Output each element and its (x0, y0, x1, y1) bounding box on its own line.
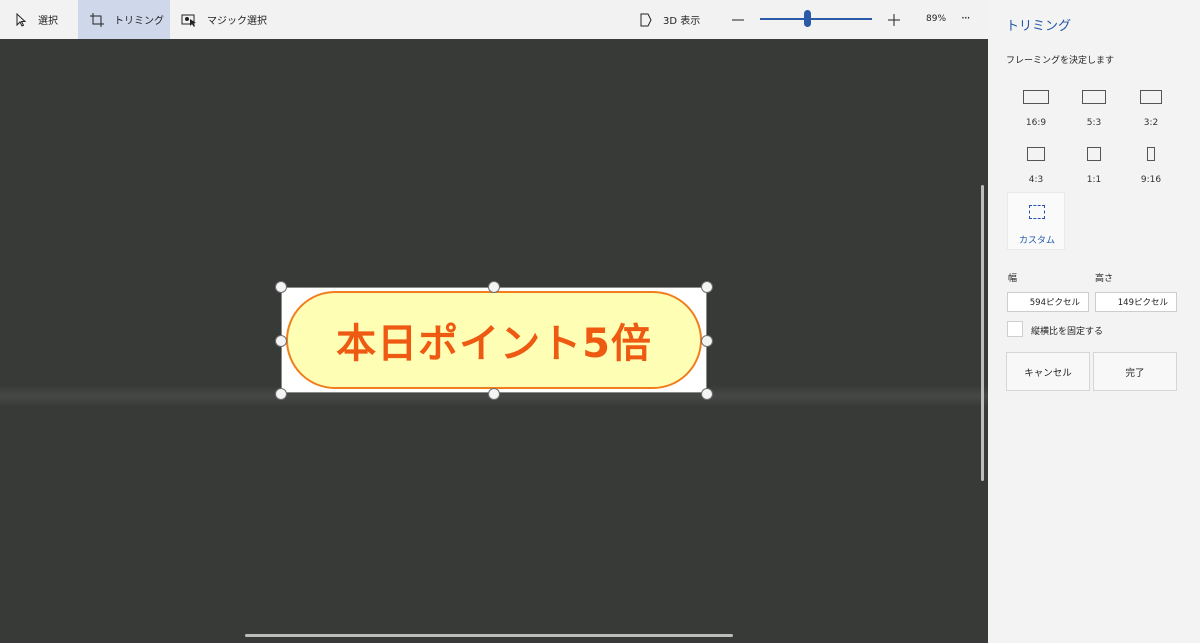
view-3d-icon (640, 13, 652, 26)
crop-handle-top-right[interactable] (701, 281, 713, 293)
crop-handle-top[interactable] (488, 281, 500, 293)
crop-tool-label: トリミング (114, 16, 164, 27)
plus-icon (888, 14, 900, 26)
zoom-value: 89% (926, 14, 947, 24)
ratio-5-3-label: 5:3 (1086, 118, 1102, 128)
ratio-3-2-icon (1140, 90, 1162, 104)
ratio-4-3-button[interactable]: 4:3 (1007, 139, 1065, 197)
crop-handle-top-left[interactable] (275, 281, 287, 293)
panel-title: トリミング (1006, 19, 1072, 34)
ratio-16-9-icon (1023, 90, 1049, 104)
crop-handle-bottom[interactable] (488, 388, 500, 400)
height-label: 高さ (1095, 274, 1114, 284)
ratio-9-16-icon (1147, 147, 1155, 161)
select-tool-label: 選択 (38, 16, 58, 27)
zoom-out-button[interactable] (730, 12, 746, 28)
ratio-3-2-button[interactable]: 3:2 (1122, 82, 1180, 140)
cursor-arrow-icon (16, 12, 27, 27)
panel-subtitle: フレーミングを決定します (1006, 56, 1115, 66)
ratio-4-3-icon (1027, 147, 1045, 161)
canvas-area[interactable]: 本日ポイント5倍 (0, 39, 988, 643)
top-toolbar: 選択 トリミング マジック選択 3D 表示 89% ··· (0, 0, 988, 40)
ratio-custom-icon (1029, 205, 1045, 219)
select-tool-button[interactable]: 選択 (14, 0, 58, 39)
minus-icon (732, 19, 744, 21)
ratio-1-1-icon (1087, 147, 1101, 161)
crop-icon (90, 12, 104, 27)
zoom-slider-thumb[interactable] (803, 10, 811, 27)
view-3d-button[interactable]: 3D 表示 (639, 0, 700, 39)
crop-handle-bottom-right[interactable] (701, 388, 713, 400)
done-button[interactable]: 完了 (1093, 352, 1177, 391)
vertical-scrollbar[interactable] (981, 185, 984, 481)
height-input[interactable]: 149ピクセル (1095, 292, 1177, 312)
ratio-16-9-button[interactable]: 16:9 (1007, 82, 1065, 140)
ratio-5-3-button[interactable]: 5:3 (1065, 82, 1123, 140)
width-input[interactable]: 594ピクセル (1007, 292, 1089, 312)
horizontal-scrollbar[interactable] (245, 634, 733, 637)
width-label: 幅 (1008, 274, 1018, 284)
crop-handle-left[interactable] (275, 335, 287, 347)
banner-text: 本日ポイント5倍 (336, 321, 652, 367)
magic-select-tool-button[interactable]: マジック選択 (181, 0, 267, 39)
crop-handle-bottom-left[interactable] (275, 388, 287, 400)
ratio-custom-label: カスタム (1018, 236, 1055, 246)
magic-select-icon (181, 14, 196, 27)
ratio-16-9-label: 16:9 (1025, 118, 1047, 128)
ratio-9-16-button[interactable]: 9:16 (1122, 139, 1180, 197)
ratio-5-3-icon (1082, 90, 1106, 104)
more-options-button[interactable]: ··· (961, 11, 971, 25)
crop-handle-right[interactable] (701, 335, 713, 347)
ratio-1-1-label: 1:1 (1086, 175, 1102, 185)
ratio-9-16-label: 9:16 (1140, 175, 1162, 185)
ratio-3-2-label: 3:2 (1143, 118, 1159, 128)
magic-select-tool-label: マジック選択 (207, 16, 267, 27)
crop-tool-button[interactable]: トリミング (78, 0, 170, 39)
lock-aspect-checkbox[interactable] (1007, 321, 1023, 337)
lock-aspect-label: 縦横比を固定する (1031, 327, 1104, 337)
ratio-1-1-button[interactable]: 1:1 (1065, 139, 1123, 197)
zoom-slider-track[interactable] (760, 18, 872, 20)
cancel-button[interactable]: キャンセル (1006, 352, 1090, 391)
banner-pill: 本日ポイント5倍 (286, 291, 702, 389)
zoom-in-button[interactable] (886, 12, 902, 28)
image-crop-region[interactable]: 本日ポイント5倍 (281, 287, 707, 393)
ratio-4-3-label: 4:3 (1028, 175, 1044, 185)
view-3d-label: 3D 表示 (663, 16, 701, 27)
ratio-custom-button[interactable]: カスタム (1007, 192, 1065, 250)
